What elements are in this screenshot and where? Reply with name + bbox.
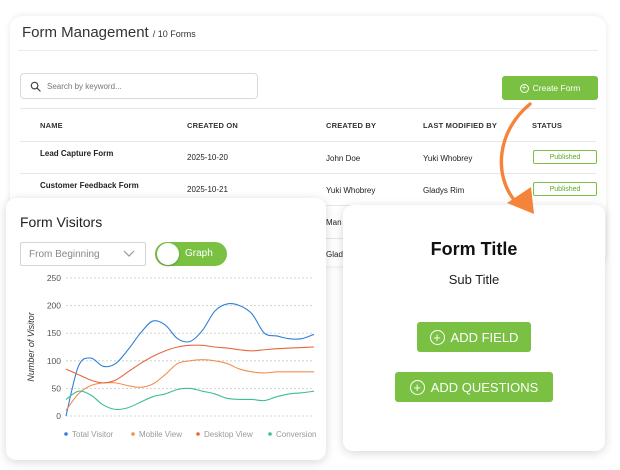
curved-arrow-icon [499,102,534,214]
